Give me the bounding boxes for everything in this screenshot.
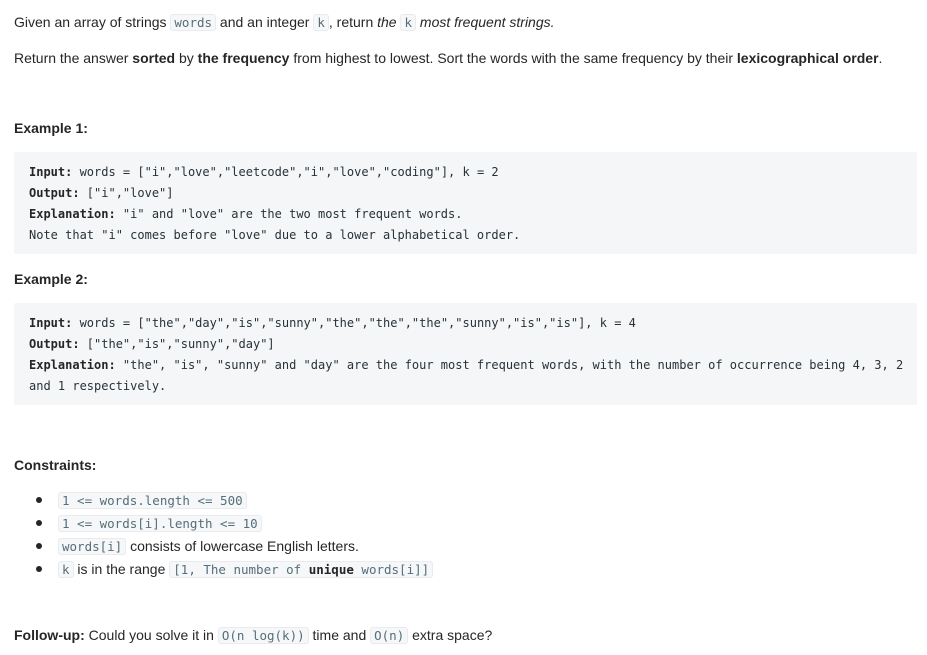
constraints-heading: Constraints: [14, 457, 97, 473]
constraints-list: 1 <= words.length <= 500 1 <= words[i].l… [14, 489, 434, 581]
code-complexity-time: O(n log(k)) [217, 627, 309, 644]
constraint-item: words[i] consists of lowercase English l… [14, 535, 433, 558]
code-complexity-space: O(n) [370, 627, 409, 644]
code-k: k [313, 14, 329, 31]
problem-sort-rule: Return the answer sorted by the frequenc… [14, 50, 883, 66]
follow-up: Follow-up: Could you solve it in O(n log… [14, 627, 493, 644]
problem-statement: Given an array of strings words and an i… [14, 14, 555, 31]
code-words: words [170, 14, 217, 31]
example-1-heading: Example 1: [14, 120, 88, 136]
example-2-block: Input: words = ["the","day","is","sunny"… [14, 303, 917, 405]
problem-description: Given an array of strings words and an i… [0, 0, 927, 655]
example-1-block: Input: words = ["i","love","leetcode","i… [14, 152, 917, 254]
example-2-heading: Example 2: [14, 271, 88, 287]
code-k: k [400, 14, 417, 31]
constraint-item: 1 <= words.length <= 500 [14, 489, 433, 512]
constraint-item: 1 <= words[i].length <= 10 [14, 512, 433, 535]
constraint-item: k is in the range [1, The number of uniq… [14, 558, 434, 581]
